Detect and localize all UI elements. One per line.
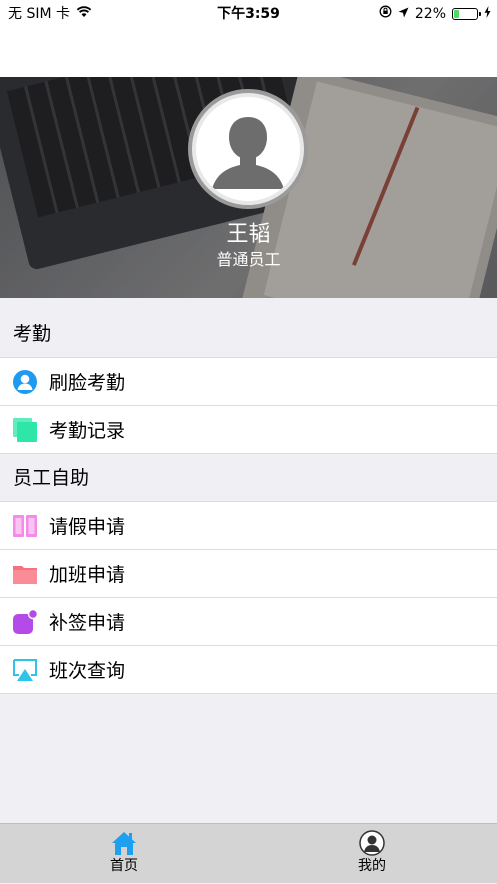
book-icon <box>12 513 38 539</box>
section-header-self-service: 员工自助 <box>0 454 497 502</box>
menu-item-leave-request[interactable]: 请假申请 <box>0 502 497 550</box>
folder-icon <box>12 561 38 587</box>
battery-percent: 22% <box>414 6 446 22</box>
face-user-icon <box>12 369 38 395</box>
menu-item-attendance-records[interactable]: 考勤记录 <box>0 406 497 454</box>
nav-bar <box>0 28 497 77</box>
profile-header: 王韬 普通员工 <box>0 77 497 298</box>
tab-mine-label: 我的 <box>358 858 386 874</box>
menu-item-overtime-request[interactable]: 加班申请 <box>0 550 497 598</box>
menu-item-label: 刷脸考勤 <box>49 372 126 394</box>
menu-item-label: 请假申请 <box>49 516 126 538</box>
status-right: 22% <box>379 0 491 28</box>
record-cards-icon <box>12 417 38 443</box>
notification-badge-icon <box>12 608 39 635</box>
home-icon <box>111 830 137 856</box>
rotation-lock-icon <box>379 0 392 28</box>
default-user-icon <box>196 97 300 201</box>
menu-item-label: 考勤记录 <box>49 420 126 442</box>
user-name: 王韬 <box>226 222 271 247</box>
charging-bolt-icon <box>484 0 491 28</box>
tab-home[interactable]: 首页 <box>64 824 184 884</box>
user-role: 普通员工 <box>216 250 281 269</box>
tab-home-label: 首页 <box>110 858 138 874</box>
menu-item-label: 补签申请 <box>49 612 126 634</box>
status-bar: 无 SIM 卡 下午3:59 22% <box>0 0 497 28</box>
battery-icon <box>452 8 481 20</box>
user-profile-icon <box>359 830 385 856</box>
menu-item-label: 班次查询 <box>49 660 126 682</box>
avatar[interactable] <box>188 89 308 209</box>
menu-item-face-attendance[interactable]: 刷脸考勤 <box>0 358 497 406</box>
location-arrow-icon <box>398 0 409 28</box>
airplay-icon <box>12 657 38 683</box>
menu-item-label: 加班申请 <box>49 564 126 586</box>
tab-bar: 首页 我的 <box>0 823 497 883</box>
section-header-attendance: 考勤 <box>0 310 497 358</box>
menu-item-resign-request[interactable]: 补签申请 <box>0 598 497 646</box>
menu-item-shift-query[interactable]: 班次查询 <box>0 646 497 694</box>
tab-mine[interactable]: 我的 <box>312 824 432 884</box>
menu-list: 考勤 刷脸考勤 考勤记录 员工自助 请假申请 加班申请 补签申请 班次查询 <box>0 310 497 694</box>
